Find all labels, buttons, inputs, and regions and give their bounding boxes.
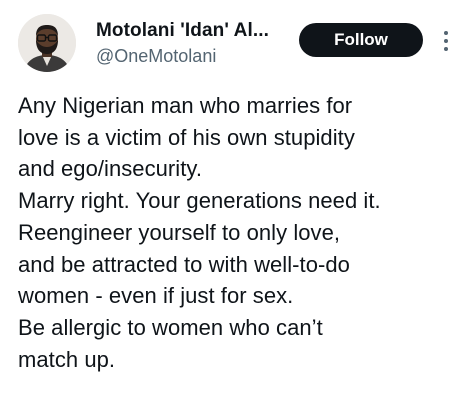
tweet-line: and ego/insecurity. (18, 156, 202, 182)
tweet-card: Motolani 'Idan' Al... @OneMotolani Follo… (0, 0, 460, 418)
dot (444, 31, 448, 35)
profile-photo-icon (18, 14, 76, 72)
tweet-text: Any Nigerian man who marries for love is… (18, 90, 460, 375)
tweet-line: love is a victim of his own stupidity (18, 124, 355, 150)
tweet-line: women - even if just for sex. (18, 283, 294, 309)
avatar[interactable] (18, 14, 76, 72)
follow-button[interactable]: Follow (299, 23, 423, 57)
tweet-line: Reengineer yourself to only love, (18, 219, 341, 245)
tweet-line: match up. (18, 346, 116, 372)
tweet-line: and be attracted to with well-to-do (18, 251, 350, 277)
dot (444, 39, 448, 43)
more-vertical-icon[interactable] (436, 22, 456, 60)
tweet-line: Be allergic to women who can’t (18, 314, 323, 340)
author-name[interactable]: Motolani 'Idan' Al... (96, 20, 269, 42)
tweet-line: Marry right. Your generations need it. (18, 188, 381, 214)
dot (444, 47, 448, 51)
tweet-line: Any Nigerian man who marries for (18, 93, 353, 118)
author-handle[interactable]: @OneMotolani (96, 46, 216, 67)
